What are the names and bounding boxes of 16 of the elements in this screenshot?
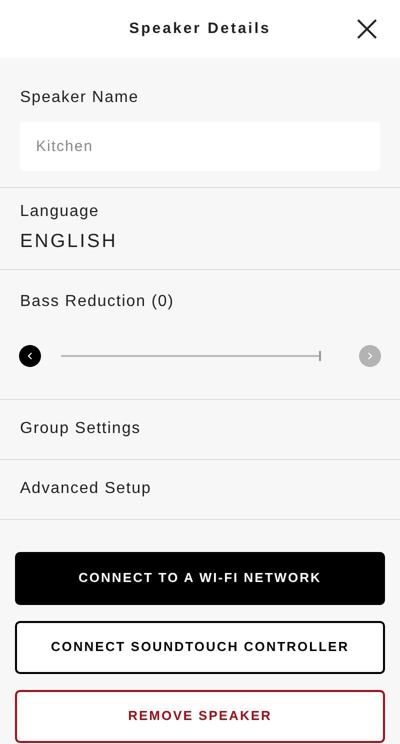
speaker-name-field[interactable]: Kitchen (20, 122, 380, 171)
field-label: Language (20, 202, 100, 222)
field-label: Bass Reduction (0) (20, 292, 176, 312)
chevron-right-icon (367, 352, 373, 360)
menu-item[interactable]: Advanced Setup (0, 460, 400, 520)
close-button[interactable] (356, 18, 378, 40)
page-title: Speaker Details (129, 18, 271, 39)
decrease-button[interactable] (19, 344, 41, 366)
close-icon (356, 18, 378, 40)
chevron-left-icon (27, 352, 33, 360)
action-button[interactable]: REMOVE SPEAKER (15, 690, 385, 742)
field-label: Speaker Name (20, 88, 140, 108)
menu-item[interactable]: Group Settings (0, 400, 400, 460)
language-value: ENGLISH (20, 230, 118, 254)
action-button[interactable]: CONNECT TO A WI-FI NETWORK (15, 552, 385, 604)
action-button[interactable]: CONNECT SOUNDTOUCH CONTROLLER (15, 620, 385, 674)
